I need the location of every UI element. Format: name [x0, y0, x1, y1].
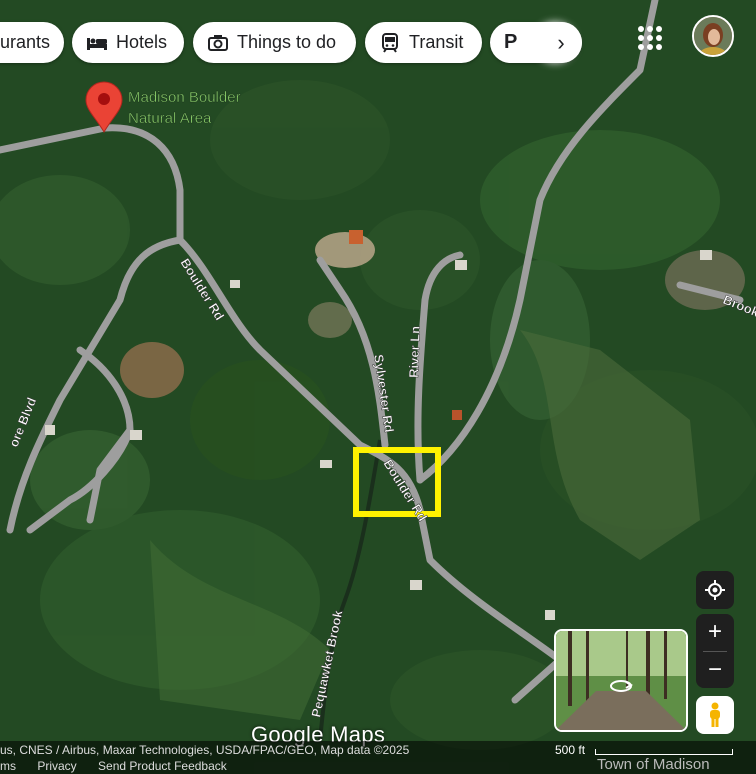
account-avatar[interactable] [692, 15, 734, 57]
chip-hotels-label: Hotels [116, 32, 168, 52]
footer-links: ms Privacy Send Product Feedback [0, 759, 245, 773]
chip-transit[interactable]: Transit [365, 22, 482, 63]
chip-transit-label: Transit [409, 32, 464, 52]
my-location-button[interactable] [696, 571, 734, 609]
red-roof-building [349, 230, 363, 244]
chevron-right-icon: › [557, 29, 565, 55]
train-icon [379, 32, 401, 54]
chip-things-to-do[interactable]: Things to do [193, 22, 356, 63]
pegman-icon [710, 702, 720, 727]
zoom-controls: + − [696, 614, 734, 688]
chip-hotels[interactable]: Hotels [72, 22, 184, 63]
town-label: Town of Madison [597, 756, 710, 773]
feedback-link[interactable]: Send Product Feedback [98, 759, 227, 773]
bed-icon [86, 32, 108, 54]
pegman-button[interactable] [696, 696, 734, 734]
red-roof-building [452, 410, 462, 420]
my-location-icon [705, 580, 725, 600]
zoom-in-button[interactable]: + [696, 614, 734, 651]
chip-restaurants[interactable]: urants [0, 22, 64, 63]
scale-bar [595, 749, 733, 755]
parking-icon: P [504, 31, 518, 53]
chip-restaurants-label: urants [0, 32, 50, 52]
road-label-river-ln: River Ln [406, 326, 423, 379]
imagery-attribution: us, CNES / Airbus, Maxar Technologies, U… [0, 743, 410, 757]
apps-grid-icon[interactable] [638, 26, 662, 50]
more-chips-button[interactable]: › [540, 22, 582, 63]
terms-link[interactable]: ms [0, 759, 16, 773]
privacy-link[interactable]: Privacy [37, 759, 76, 773]
scale-label[interactable]: 500 ft [555, 743, 585, 757]
street-view-preview[interactable] [554, 629, 688, 732]
chip-things-label: Things to do [237, 32, 337, 52]
zoom-out-button[interactable]: − [696, 652, 734, 689]
camera-icon [207, 32, 229, 54]
